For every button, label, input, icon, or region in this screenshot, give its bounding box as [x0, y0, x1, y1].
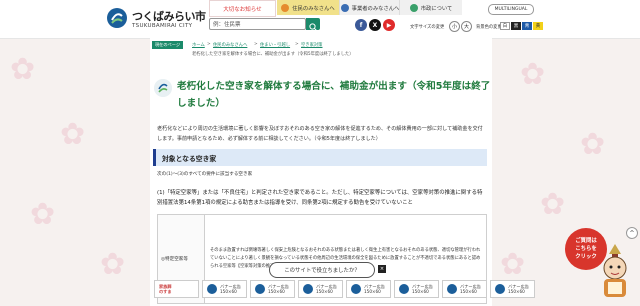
sakura-decoration-icon: ✿	[10, 52, 36, 87]
important-notice-tab[interactable]: 大切なお知らせ	[209, 0, 276, 17]
feedback-survey-button[interactable]: このサイトで役立ちましたか？	[269, 262, 375, 278]
youtube-icon[interactable]: ▶	[383, 19, 395, 31]
breadcrumb-vacant-house[interactable]: 空き家対策	[301, 42, 322, 48]
mascot-character-icon	[603, 244, 627, 297]
banner-label: バナー広告 150×60	[220, 284, 241, 294]
requirement-intro: 次の(1)～(3)のすべての要件に該当する空き家	[157, 172, 253, 177]
ad-banner[interactable]: バナー広告 150×60	[442, 280, 487, 298]
tab-residents[interactable]: 住民のみなさんへ	[277, 0, 339, 15]
breadcrumb-current: 老朽化した空き家を解体する場合に、補助金が出ます（令和5年度は終了しました）	[192, 52, 354, 57]
notice-label: 大切なお知らせ	[223, 6, 262, 13]
breadcrumb-residents[interactable]: 住民のみなさんへ	[213, 42, 247, 48]
city-logo-icon	[303, 284, 313, 294]
font-large-button[interactable]: 大	[461, 21, 472, 32]
sakura-decoration-icon: ✿	[520, 57, 546, 92]
search-input[interactable]: 例：住民票	[209, 18, 306, 30]
ad-banner[interactable]: バナー広告 150×60	[346, 280, 391, 298]
intro-text: 老朽化などにより周辺の生活環境に著しく影響を及ぼすおそれのある空き家の解体を促進…	[157, 126, 483, 142]
breadcrumb-separator: >	[295, 42, 299, 47]
breadcrumb-here-label: 現在のページ	[152, 41, 183, 49]
font-size-label: 文字サイズの変更	[410, 25, 445, 30]
banner-label: バナー広告 150×60	[412, 284, 433, 294]
sakura-decoration-icon: ✿	[580, 127, 606, 162]
banner-label: バナー広告 150×60	[364, 284, 385, 294]
city-logo-icon	[495, 284, 505, 294]
multilingual-button[interactable]: MULTILINGUAL	[488, 4, 534, 15]
breadcrumb-separator: >	[207, 42, 211, 47]
city-logo-icon	[107, 8, 127, 28]
search-icon	[309, 23, 317, 31]
survey-label: このサイトで役立ちましたか？	[284, 268, 360, 274]
breadcrumb-housing[interactable]: 住まい・引越し	[260, 42, 290, 48]
ad-banner[interactable]: バナー広告 150×60	[394, 280, 439, 298]
tab-businesses[interactable]: 事業者のみなさんへ	[339, 0, 400, 15]
sakura-decoration-icon: ✿	[30, 197, 56, 232]
font-small-button[interactable]: 小	[449, 21, 460, 32]
chatbot-label: ご質問は こちらを クリック	[575, 238, 597, 260]
search-placeholder: 例：住民票	[213, 22, 241, 28]
logo-japanese-name: つくばみらい市	[132, 9, 206, 23]
search-button[interactable]	[306, 18, 320, 31]
tab-city-government[interactable]: 市政について	[399, 0, 462, 15]
site-logo[interactable]: つくばみらい市 TSUKUBAMIRAI CITY	[106, 7, 206, 29]
bg-yellow-button[interactable]: 黄	[533, 22, 543, 30]
banner-label: バナー広告 150×60	[508, 284, 529, 294]
bg-color-label: 背景色の変更	[476, 25, 502, 30]
banner-label: バナー広告 150×60	[460, 284, 481, 294]
scroll-top-button[interactable]: ^	[626, 227, 638, 239]
ad-banner[interactable]: バナー広告 150×60	[298, 280, 343, 298]
section-heading-text: 対象となる空き家	[162, 154, 217, 163]
requirement-1: (1)「特定空家等」または「不良住宅」と判定された空き家であること。ただし、特定…	[157, 190, 483, 206]
city-logo-icon	[207, 284, 217, 294]
city-logo-icon	[447, 284, 457, 294]
banner-label: 家族葬 のすま	[159, 284, 172, 294]
ad-banner[interactable]: バナー広告 150×60	[202, 280, 247, 298]
city-logo-icon	[351, 284, 361, 294]
city-hall-icon	[409, 3, 418, 12]
facebook-icon[interactable]: f	[355, 19, 367, 31]
chevron-up-icon: ^	[629, 229, 635, 237]
sakura-decoration-icon: ✿	[100, 247, 126, 282]
city-logo-icon	[154, 79, 172, 97]
site-header: つくばみらい市 TSUKUBAMIRAI CITY 大切なお知らせ 例：住民票 …	[0, 0, 640, 39]
ad-banner[interactable]: 家族葬 のすま	[154, 280, 199, 298]
residents-icon	[281, 3, 290, 12]
close-icon[interactable]: ×	[378, 265, 386, 273]
section-heading: 対象となる空き家	[153, 149, 487, 166]
bg-black-button[interactable]: 黒	[511, 22, 521, 30]
banner-label: バナー広告 150×60	[316, 284, 337, 294]
sakura-decoration-icon: ✿	[540, 187, 566, 222]
sakura-decoration-icon: ✿	[60, 117, 86, 152]
multilingual-label: MULTILINGUAL	[494, 7, 528, 12]
tab-city-label: 市政について	[420, 5, 453, 12]
tab-businesses-label: 事業者のみなさんへ	[351, 5, 400, 12]
sakura-decoration-icon: ✿	[500, 247, 526, 282]
city-logo-icon	[399, 284, 409, 294]
business-icon	[340, 3, 349, 12]
x-twitter-icon[interactable]: X	[369, 19, 381, 31]
bg-blue-button[interactable]: 青	[522, 22, 532, 30]
ad-banner[interactable]: バナー広告 150×60	[250, 280, 295, 298]
bg-white-button[interactable]: 白	[500, 22, 510, 30]
ad-banner[interactable]: バナー広告 150×60	[490, 280, 535, 298]
page-title: 老朽化した空き家を解体する場合に、補助金が出ます（令和5年度は終了しました）	[177, 81, 491, 109]
banner-label: バナー広告 150×60	[268, 284, 289, 294]
breadcrumb-home[interactable]: ホーム	[192, 42, 205, 48]
city-logo-icon	[255, 284, 265, 294]
breadcrumb-separator: >	[254, 42, 258, 47]
tab-residents-label: 住民のみなさんへ	[292, 5, 335, 12]
